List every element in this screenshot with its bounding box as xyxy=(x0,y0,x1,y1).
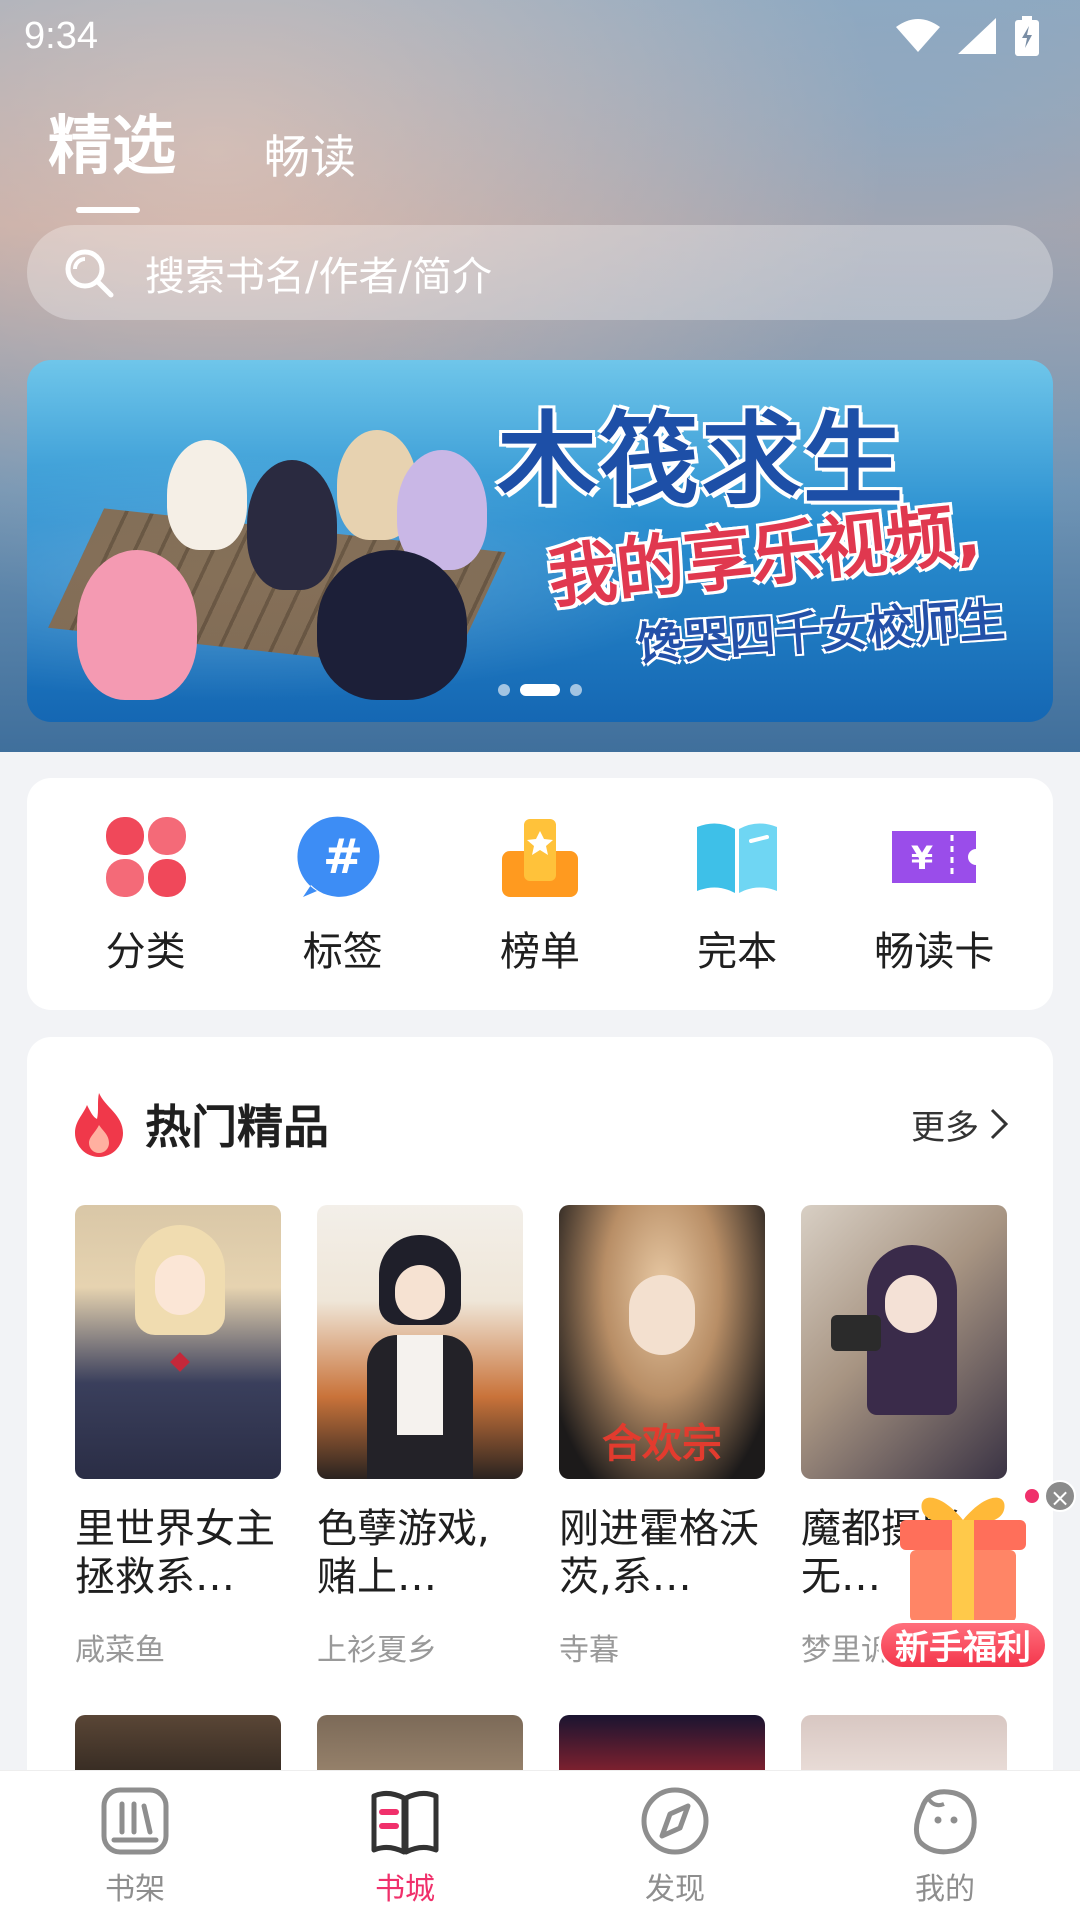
status-time: 9:34 xyxy=(24,14,98,57)
shortcut-label: 畅读卡 xyxy=(874,929,995,975)
book-cover xyxy=(801,1205,1007,1479)
profile-icon xyxy=(914,1788,977,1854)
book-author: 上衫夏乡 xyxy=(317,1633,437,1668)
book-author: 咸菜鱼 xyxy=(75,1633,165,1668)
shortcut-label: 榜单 xyxy=(499,929,580,975)
search-icon xyxy=(65,249,114,297)
wifi-icon xyxy=(896,19,940,52)
bookstore-icon xyxy=(371,1790,439,1854)
book-card[interactable]: 里世界女主拯救系… 咸菜鱼 xyxy=(75,1205,281,1669)
banner-dot[interactable] xyxy=(570,684,582,696)
shortcut-label: 标签 xyxy=(302,929,383,975)
nav-bookstore[interactable]: 书城 xyxy=(305,1784,505,1908)
book-cover xyxy=(75,1205,281,1479)
flame-icon xyxy=(75,1093,123,1157)
banner-dot[interactable] xyxy=(498,684,510,696)
compass-icon xyxy=(641,1787,709,1854)
book-card[interactable]: 色孽游戏,赌上… 上衫夏乡 xyxy=(317,1205,523,1669)
nav-profile[interactable]: 我的 xyxy=(845,1784,1045,1908)
signal-icon xyxy=(958,18,996,54)
bottom-nav: 书架 书城 发现 我的 xyxy=(0,1770,1080,1920)
ticket-icon: ¥ xyxy=(892,831,977,883)
promo-banner[interactable]: 木筏求生 我的享乐视频, 馋哭四千女校师生 xyxy=(27,360,1053,722)
book-title: 刚进霍格沃茨,系… xyxy=(559,1506,759,1600)
nav-label: 我的 xyxy=(915,1871,975,1907)
svg-text:#: # xyxy=(323,829,363,885)
gift-label: 新手福利 xyxy=(878,1620,1048,1670)
search-placeholder: 搜索书名/作者/简介 xyxy=(145,253,492,300)
top-tabs: 精选 畅读 xyxy=(48,95,356,213)
shortcut-reading-card[interactable]: ¥ 畅读卡 xyxy=(849,811,1019,977)
book-card[interactable]: 合欢宗 刚进霍格沃茨,系… 寺暮 xyxy=(559,1205,765,1669)
tab-changdu[interactable]: 畅读 xyxy=(264,121,356,187)
more-button[interactable]: 更多 xyxy=(911,1100,1009,1149)
book-author: 寺暮 xyxy=(559,1633,619,1668)
shortcut-category[interactable]: 分类 xyxy=(61,811,231,977)
svg-text:¥: ¥ xyxy=(911,839,933,877)
battery-icon xyxy=(1015,16,1039,56)
search-input[interactable]: 搜索书名/作者/简介 xyxy=(27,225,1053,320)
banner-dot-active[interactable] xyxy=(520,684,560,696)
chevron-right-icon xyxy=(990,1108,1009,1140)
shortcut-label: 完本 xyxy=(697,929,778,975)
status-icons xyxy=(896,16,1040,56)
nav-label: 发现 xyxy=(645,1871,705,1907)
nav-bookshelf[interactable]: 书架 xyxy=(35,1784,235,1908)
nav-discover[interactable]: 发现 xyxy=(575,1784,775,1908)
book-title: 里世界女主拯救系… xyxy=(75,1506,275,1600)
gift-box-icon xyxy=(900,1489,1039,1622)
hashtag-icon: # xyxy=(297,816,380,897)
podium-icon xyxy=(501,819,578,897)
banner-pagination xyxy=(27,684,1053,696)
more-label: 更多 xyxy=(911,1107,979,1148)
shortcut-completed[interactable]: 完本 xyxy=(652,811,822,977)
hot-section-title: 热门精品 xyxy=(145,1100,329,1154)
shortcut-label: 分类 xyxy=(105,929,186,975)
open-book-icon xyxy=(697,823,778,893)
book-cover xyxy=(317,1205,523,1479)
book-list: 里世界女主拯救系… 咸菜鱼 色孽游戏,赌上… 上衫夏乡 合欢宗 刚进霍格沃茨,系… xyxy=(75,1205,1007,1669)
shortcut-tags[interactable]: # 标签 xyxy=(258,811,428,977)
grid-petal-icon xyxy=(105,817,186,897)
book-cover: 合欢宗 xyxy=(559,1205,765,1479)
shortcut-rankings[interactable]: 榜单 xyxy=(455,811,625,977)
book-title: 色孽游戏,赌上… xyxy=(317,1506,490,1600)
tab-selected[interactable]: 精选 xyxy=(48,95,176,213)
bookshelf-icon xyxy=(101,1787,169,1854)
banner-illustration xyxy=(57,400,497,700)
nav-label: 书城 xyxy=(375,1871,435,1907)
nav-label: 书架 xyxy=(105,1871,165,1907)
hot-section-header: 热门精品 更多 xyxy=(71,1089,1009,1159)
close-icon[interactable]: × xyxy=(1044,1480,1076,1512)
category-shortcuts: 分类 # 标签 榜单 完本 ¥ 畅读卡 xyxy=(27,778,1053,1010)
status-bar: 9:34 xyxy=(0,0,1080,72)
newbie-gift-float[interactable]: 新手福利 xyxy=(878,1480,1048,1670)
